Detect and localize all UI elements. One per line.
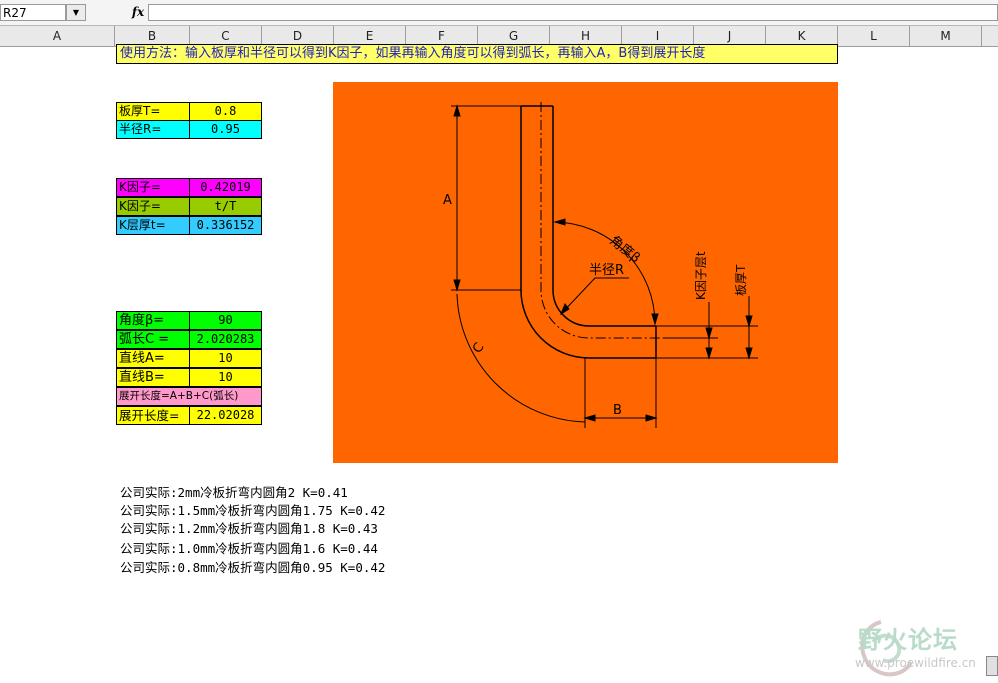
note-row[interactable]: 公司实际:2mm冷板折弯内圆角2 K=0.41 xyxy=(120,484,348,502)
line-a-label-cell[interactable]: 直线A= xyxy=(116,349,190,368)
k-layer-line xyxy=(540,102,663,339)
note-row[interactable]: 公司实际:0.8mm冷板折弯内圆角0.95 K=0.42 xyxy=(120,559,385,577)
thickness-value-cell[interactable]: 0.8 xyxy=(189,102,262,121)
k-layer-label-cell[interactable]: K层厚t= xyxy=(116,216,190,235)
label-b: B xyxy=(613,403,622,418)
paste-options-icon[interactable] xyxy=(986,656,998,676)
column-header-g[interactable]: G xyxy=(478,26,550,46)
note-row[interactable]: 公司实际:1.0mm冷板折弯内圆角1.6 K=0.44 xyxy=(120,540,378,558)
line-a-value-cell[interactable]: 10 xyxy=(189,349,262,368)
arc-label-cell[interactable]: 弧长C = xyxy=(116,330,190,349)
k-formula-label-cell[interactable]: K因子= xyxy=(116,197,190,216)
k-factor-value-cell[interactable]: 0.42019 xyxy=(189,178,262,197)
bend-diagram[interactable]: A B C 角度β 半径R K因子层t 板厚T xyxy=(333,82,838,463)
column-header-a[interactable]: A xyxy=(0,26,115,46)
angle-value-cell[interactable]: 90 xyxy=(189,311,262,330)
line-b-value-cell[interactable]: 10 xyxy=(189,368,262,387)
k-formula-value-cell[interactable]: t/T xyxy=(189,197,262,216)
line-b-label-cell[interactable]: 直线B= xyxy=(116,368,190,387)
watermark-text: 野火论坛 xyxy=(858,625,958,654)
name-box[interactable]: R27 xyxy=(0,4,66,21)
radius-label-cell[interactable]: 半径R= xyxy=(116,120,190,139)
thickness-label-cell[interactable]: 板厚T= xyxy=(116,102,190,121)
column-header-k[interactable]: K xyxy=(766,26,838,46)
bend-diagram-svg: A B C 角度β 半径R K因子层t 板厚T xyxy=(443,102,758,428)
arc-value-cell[interactable]: 2.020283 xyxy=(189,330,262,349)
column-header-c[interactable]: C xyxy=(190,26,262,46)
column-header-f[interactable]: F xyxy=(406,26,478,46)
column-header-m[interactable]: M xyxy=(910,26,982,46)
label-thickness: 板厚T xyxy=(734,264,748,296)
dim-c-arc xyxy=(456,293,586,423)
function-icon[interactable]: fx xyxy=(128,4,148,21)
instructions-cell[interactable]: 使用方法：输入板厚和半径可以得到K因子，如果再输入角度可以得到弧长，再输入A，B… xyxy=(116,44,838,64)
formula-input[interactable] xyxy=(148,4,998,21)
column-header-l[interactable]: L xyxy=(838,26,910,46)
angle-label-cell[interactable]: 角度β= xyxy=(116,311,190,330)
note-row[interactable]: 公司实际:1.5mm冷板折弯内圆角1.75 K=0.42 xyxy=(120,502,385,520)
column-header-h[interactable]: H xyxy=(550,26,622,46)
name-box-dropdown-icon[interactable]: ▼ xyxy=(66,4,86,21)
radius-value-cell[interactable]: 0.95 xyxy=(189,120,262,139)
k-factor-label-cell[interactable]: K因子= xyxy=(116,178,190,197)
column-header-e[interactable]: E xyxy=(334,26,406,46)
unfold-formula-cell[interactable]: 展开长度=A+B+C(弧长) xyxy=(116,387,262,406)
column-header-b[interactable]: B xyxy=(115,26,190,46)
label-radius: 半径R xyxy=(589,263,624,278)
column-header-i[interactable]: I xyxy=(622,26,694,46)
total-value-cell[interactable]: 22.02028 xyxy=(189,406,262,425)
column-header-j[interactable]: J xyxy=(694,26,766,46)
sheet-inner-edge xyxy=(552,106,656,327)
note-row[interactable]: 公司实际:1.2mm冷板折弯内圆角1.8 K=0.43 xyxy=(120,520,378,538)
column-header-n[interactable] xyxy=(982,26,998,46)
label-k-layer: K因子层t xyxy=(694,251,708,300)
label-a: A xyxy=(443,193,452,208)
k-layer-value-cell[interactable]: 0.336152 xyxy=(189,216,262,235)
total-label-cell[interactable]: 展开长度= xyxy=(116,406,190,425)
watermark-url: www.proewildfire.cn xyxy=(855,656,976,670)
column-header-d[interactable]: D xyxy=(262,26,334,46)
label-c: C xyxy=(470,340,487,356)
label-angle: 角度β xyxy=(607,233,644,267)
